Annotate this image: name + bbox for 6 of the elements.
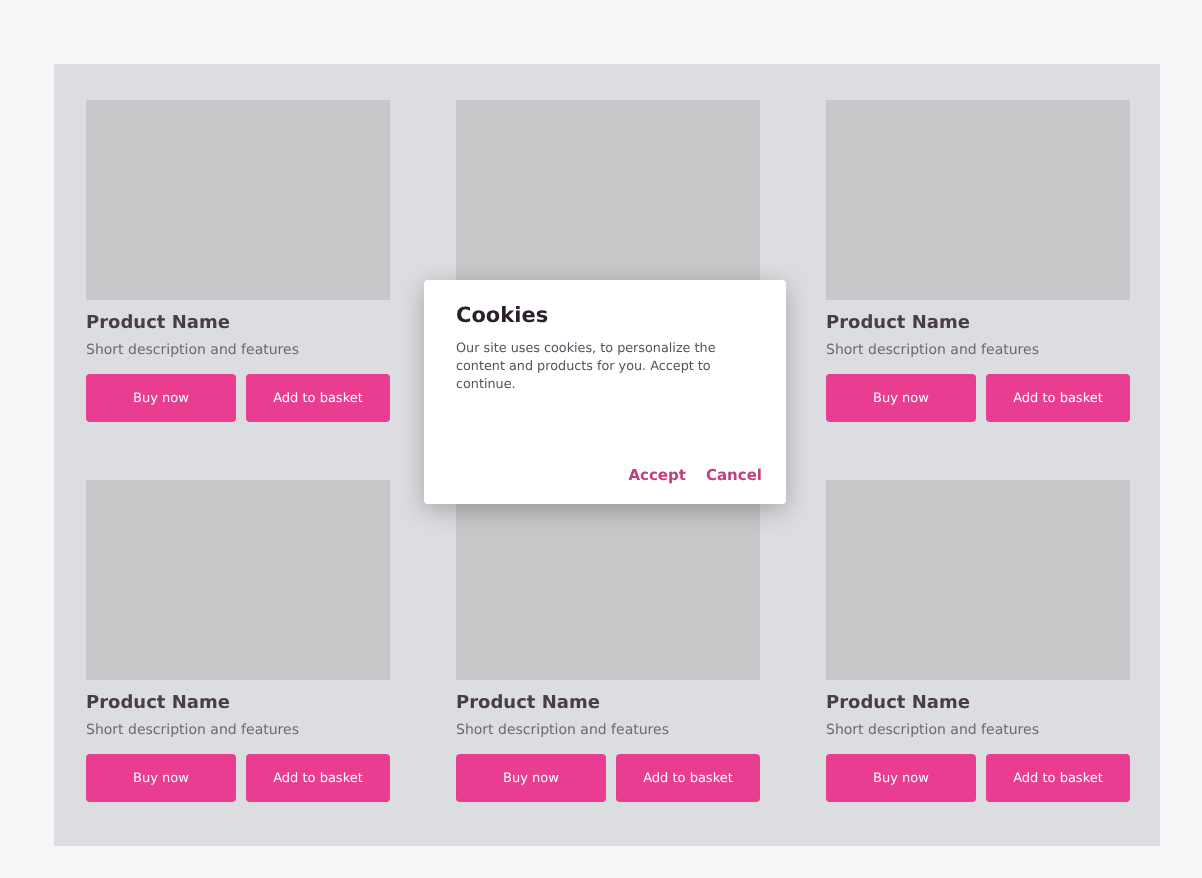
- product-name: Product Name: [826, 694, 972, 714]
- product-name: Product Name: [456, 694, 602, 714]
- dialog-title: Cookies: [456, 304, 551, 328]
- product-name: Product Name: [826, 314, 972, 334]
- product-name: Product Name: [86, 314, 232, 334]
- product-name: Product Name: [86, 694, 232, 714]
